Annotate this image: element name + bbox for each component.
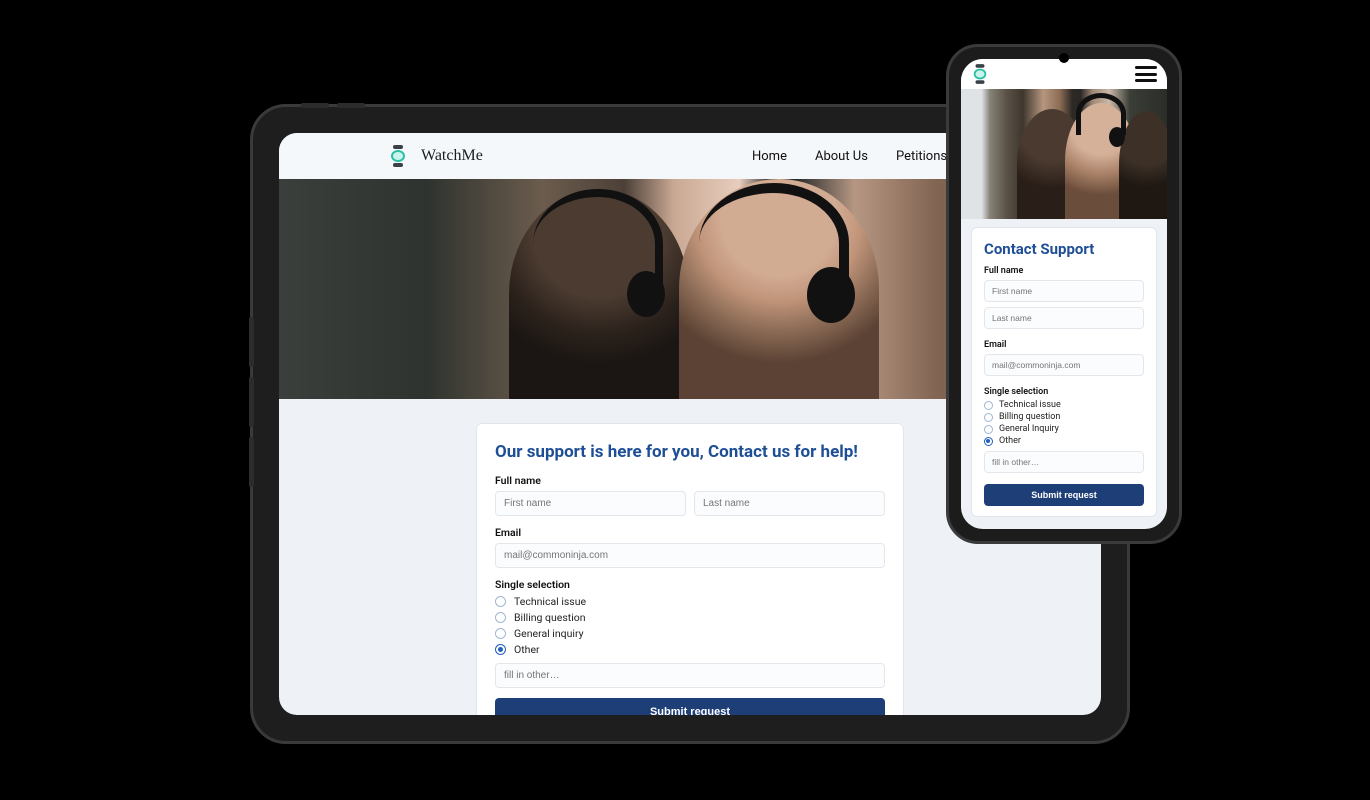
radio-icon bbox=[984, 437, 993, 446]
option-label: Billing question bbox=[999, 412, 1060, 422]
email-label: Email bbox=[495, 526, 885, 539]
option-other[interactable]: Other bbox=[495, 643, 885, 656]
radio-icon bbox=[495, 628, 506, 639]
radio-icon bbox=[495, 644, 506, 655]
phone-first-name-input[interactable] bbox=[984, 280, 1144, 302]
email-input[interactable] bbox=[495, 543, 885, 568]
other-input[interactable] bbox=[495, 663, 885, 688]
phone-other-input[interactable] bbox=[984, 451, 1144, 473]
option-label: Technical issue bbox=[999, 400, 1061, 410]
first-name-input[interactable] bbox=[495, 491, 686, 516]
phone-option-general-inquiry[interactable]: General Inquiry bbox=[984, 424, 1144, 434]
radio-icon bbox=[984, 425, 993, 434]
radio-icon bbox=[984, 401, 993, 410]
option-label: Billing question bbox=[514, 611, 586, 624]
phone-option-other[interactable]: Other bbox=[984, 436, 1144, 446]
support-form: Our support is here for you, Contact us … bbox=[476, 423, 904, 715]
phone-nav bbox=[961, 59, 1167, 89]
phone-email-input[interactable] bbox=[984, 354, 1144, 376]
radio-icon bbox=[495, 612, 506, 623]
nav-link-about[interactable]: About Us bbox=[815, 149, 868, 164]
radio-icon bbox=[495, 596, 506, 607]
tablet-top-buttons bbox=[301, 103, 365, 108]
radio-icon bbox=[984, 413, 993, 422]
phone-hero-image bbox=[961, 89, 1167, 219]
phone-option-technical-issue[interactable]: Technical issue bbox=[984, 400, 1144, 410]
option-label: General Inquiry bbox=[999, 424, 1059, 434]
phone-full-name-label: Full name bbox=[984, 266, 1144, 276]
phone-last-name-input[interactable] bbox=[984, 307, 1144, 329]
phone-email-label: Email bbox=[984, 340, 1144, 350]
single-selection-label: Single selection bbox=[495, 578, 885, 591]
watch-icon bbox=[972, 64, 988, 84]
brand-name: WatchMe bbox=[421, 147, 483, 165]
option-label: Other bbox=[514, 643, 540, 656]
submit-button[interactable]: Submit request bbox=[495, 698, 885, 715]
phone-submit-button[interactable]: Submit request bbox=[984, 484, 1144, 506]
nav-link-petitions[interactable]: Petitions bbox=[896, 149, 947, 164]
brand-logo[interactable]: WatchMe bbox=[389, 145, 483, 167]
watch-icon bbox=[389, 145, 407, 167]
form-title: Our support is here for you, Contact us … bbox=[495, 442, 885, 462]
phone-camera bbox=[1059, 53, 1069, 63]
hamburger-menu-icon[interactable] bbox=[1135, 66, 1157, 82]
full-name-label: Full name bbox=[495, 474, 885, 487]
option-label: Technical issue bbox=[514, 595, 586, 608]
phone-option-billing-question[interactable]: Billing question bbox=[984, 412, 1144, 422]
phone-form-title: Contact Support bbox=[984, 240, 1144, 258]
option-billing-question[interactable]: Billing question bbox=[495, 611, 885, 624]
option-label: General inquiry bbox=[514, 627, 584, 640]
phone-support-form: Contact Support Full name Email Single s… bbox=[971, 227, 1157, 517]
nav-link-home[interactable]: Home bbox=[752, 149, 787, 164]
option-general-inquiry[interactable]: General inquiry bbox=[495, 627, 885, 640]
option-label: Other bbox=[999, 436, 1021, 446]
phone-screen: Contact Support Full name Email Single s… bbox=[961, 59, 1167, 529]
phone-single-selection-label: Single selection bbox=[984, 387, 1144, 397]
option-technical-issue[interactable]: Technical issue bbox=[495, 595, 885, 608]
phone-device-frame: Contact Support Full name Email Single s… bbox=[946, 44, 1182, 544]
last-name-input[interactable] bbox=[694, 491, 885, 516]
